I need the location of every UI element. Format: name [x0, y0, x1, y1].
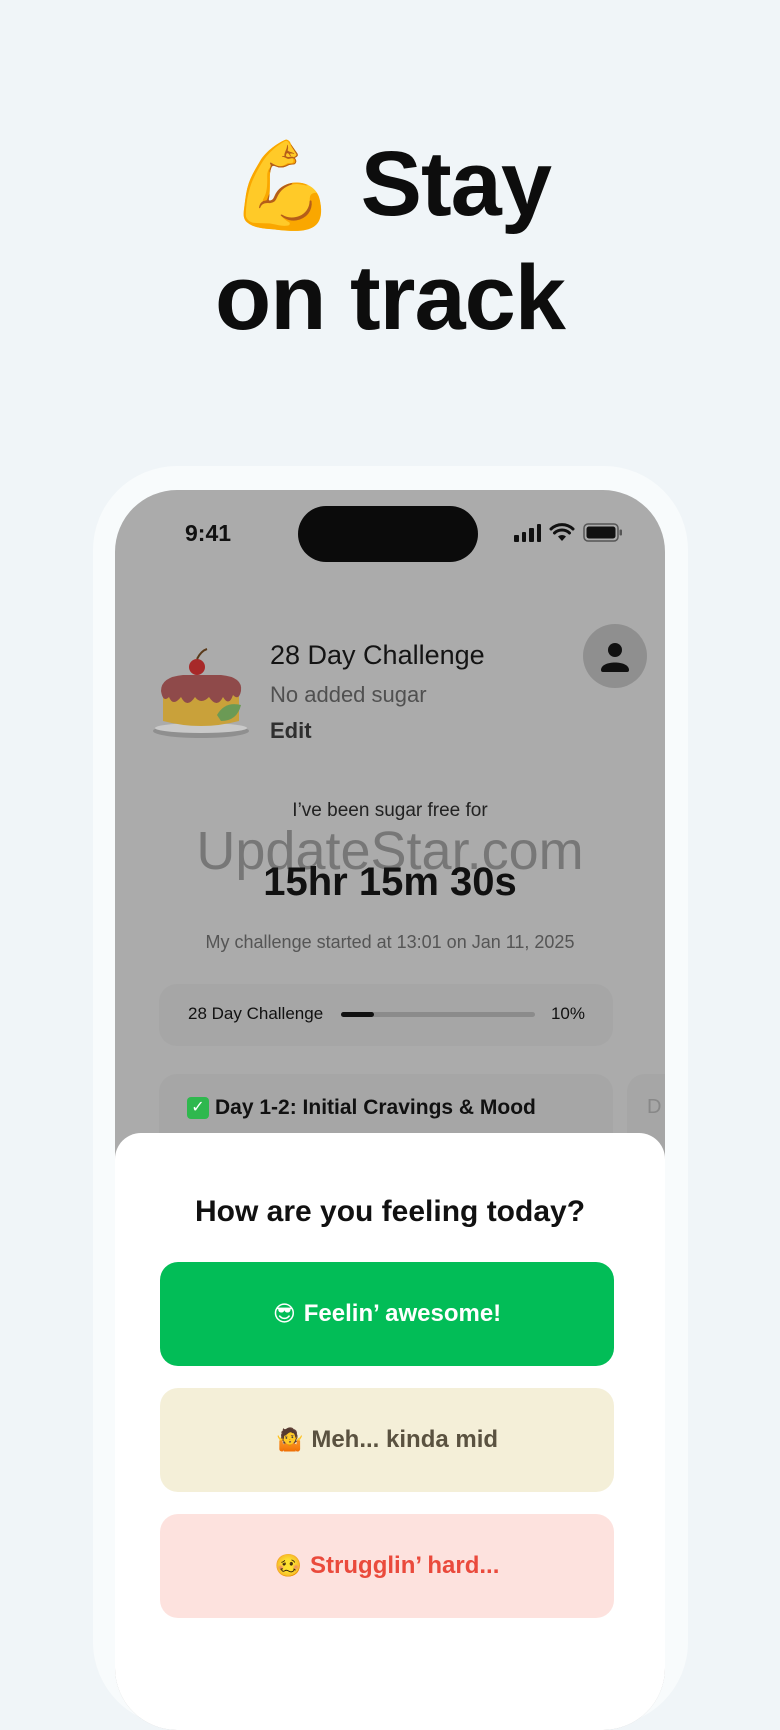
progress-label: 28 Day Challenge: [188, 1004, 324, 1023]
profile-button[interactable]: [583, 624, 647, 688]
next-day-card-peek: D: [647, 1096, 662, 1118]
shrug-icon: 🤷: [275, 1427, 304, 1452]
mood-sheet-title: How are you feeling today?: [194, 1195, 586, 1228]
wifi-icon: [549, 523, 575, 542]
sugar-free-timer: 15hr 15m 30s: [263, 860, 517, 904]
edit-button[interactable]: Edit: [270, 718, 312, 744]
progress-percent: 10%: [550, 1004, 585, 1023]
day-card-title: ✓ Day 1-2: Initial Cravings & Mood: [187, 1096, 536, 1120]
mood-struggling-button[interactable]: 🥴 Strugglin’ hard...: [160, 1514, 614, 1618]
mood-awesome-button[interactable]: 😎 Feelin’ awesome!: [160, 1262, 614, 1366]
day-card-title-text: Day 1-2: Initial Cravings & Mood: [215, 1096, 536, 1119]
challenge-subtitle: No added sugar: [270, 682, 427, 707]
signal-icon: [514, 524, 541, 542]
sugar-free-label: I’ve been sugar free for: [292, 800, 488, 821]
progress-card[interactable]: 28 Day Challenge 10%: [159, 984, 613, 1046]
sunglasses-face-icon: 😎: [272, 1301, 296, 1326]
flexed-biceps-icon: 💪: [229, 138, 337, 234]
headline-text-2: on track: [215, 247, 566, 349]
headline: 💪 Stay on track: [0, 128, 780, 354]
challenge-start-text: My challenge started at 13:01 on Jan 11,…: [205, 932, 575, 952]
person-icon: [601, 643, 629, 672]
phone-screen: 9:41 28 Day Challenge No added sugar Edi…: [115, 490, 665, 1730]
woozy-face-icon: 🥴: [274, 1553, 303, 1578]
headline-text-1: Stay: [360, 133, 552, 235]
mood-awesome-label: Feelin’ awesome!: [303, 1300, 502, 1327]
progress-bar: [341, 1012, 535, 1017]
status-icons: [514, 523, 623, 542]
status-time: 9:41: [185, 520, 232, 546]
mood-sheet: How are you feeling today? 😎 Feelin’ awe…: [115, 1133, 665, 1730]
mood-mid-label: Meh... kinda mid: [311, 1426, 499, 1453]
mood-struggling-label: Strugglin’ hard...: [310, 1552, 500, 1579]
headline-line-1: 💪 Stay: [0, 128, 780, 242]
battery-icon: [583, 523, 623, 542]
check-icon: ✓: [187, 1097, 209, 1119]
cake-illustration: [153, 648, 249, 738]
dynamic-island: [298, 506, 478, 562]
challenge-title: 28 Day Challenge: [270, 640, 485, 670]
progress-bar-fill: [341, 1012, 374, 1017]
mood-mid-button[interactable]: 🤷 Meh... kinda mid: [160, 1388, 614, 1492]
